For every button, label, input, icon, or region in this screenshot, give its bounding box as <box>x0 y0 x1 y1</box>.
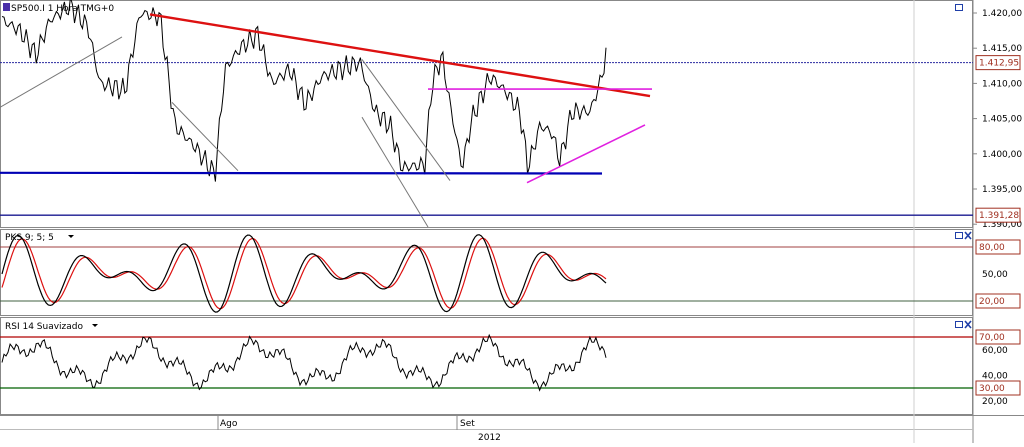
time-label-set: Set <box>460 419 475 429</box>
support-price-tag: 1.391,28 <box>979 211 1019 221</box>
chart-svg[interactable]: 1.420,00 1.415,00 1.410,00 1.405,00 1.400,00… <box>0 0 1024 443</box>
rsi-tick-label: 40,00 <box>982 371 1008 381</box>
pks-tick-label: 50,00 <box>982 270 1008 280</box>
axis-labels: 1.420,00 1.415,00 1.410,00 1.405,00 1.400,00… <box>973 9 1022 407</box>
last-price-tag: 1.412,95 <box>979 59 1019 69</box>
price-title: SP500.I 1 Hora TMG+0 <box>11 4 114 14</box>
price-tick-label: 1.420,00 <box>982 9 1022 19</box>
pks-panel[interactable] <box>0 229 973 316</box>
pks-level-tag: 20,00 <box>979 297 1005 307</box>
chart-window: 1.420,00 1.415,00 1.410,00 1.405,00 1.400,00… <box>0 0 1024 443</box>
symbol-icon <box>3 3 10 11</box>
pks-level-tag: 80,00 <box>979 243 1005 253</box>
time-label-year: 2012 <box>478 433 501 443</box>
price-tick-label: 1.410,00 <box>982 79 1022 89</box>
pks-title: PKS 9; 5; 5 <box>5 233 54 243</box>
rsi-panel[interactable] <box>0 317 973 415</box>
rsi-level-tag: 30,00 <box>979 384 1005 394</box>
price-tick-label: 1.405,00 <box>982 115 1022 125</box>
price-tick-label: 1.395,00 <box>982 185 1022 195</box>
support-line[interactable] <box>0 171 603 175</box>
rsi-tick-label: 60,00 <box>982 346 1008 356</box>
rsi-title: RSI 14 Suavizado <box>5 322 84 332</box>
rsi-level-tag: 70,00 <box>979 333 1005 343</box>
time-label-ago: Ago <box>220 419 238 429</box>
price-tick-label: 1.415,00 <box>982 44 1022 54</box>
price-panel[interactable] <box>0 0 973 228</box>
price-tick-label: 1.400,00 <box>982 150 1022 160</box>
rsi-tick-label: 20,00 <box>982 397 1008 407</box>
